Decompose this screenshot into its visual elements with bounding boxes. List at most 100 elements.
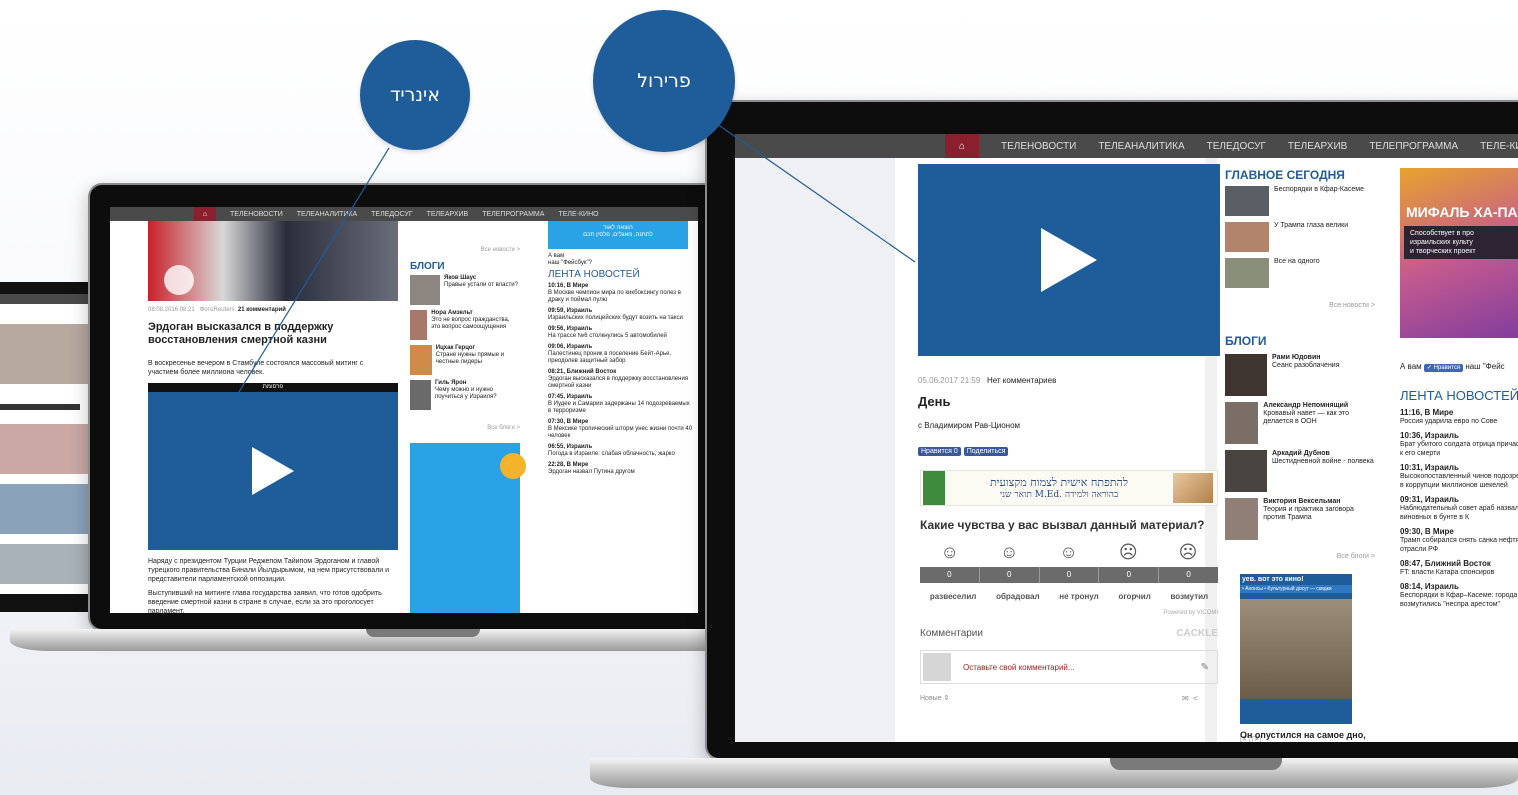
small-nav-item[interactable]: ТЕЛЕАНАЛИТИКА <box>297 211 357 218</box>
big-all-blogs[interactable]: Все блоги > <box>1225 553 1375 560</box>
blog-text: Шестидневной войне - полвека <box>1272 458 1374 465</box>
poll-label[interactable]: не тронул <box>1059 592 1098 601</box>
news-item[interactable]: 22:28, В Мире Эрдоган назвал Путина друго… <box>548 462 693 476</box>
news-item[interactable]: 09:30, В Мире Трамп собирался снять санка… <box>1400 527 1518 554</box>
small-top-promo[interactable]: הוצאה לאור לתחנה, מאגלים, פלסין תכם <box>548 221 688 249</box>
home-icon[interactable]: ⌂ <box>945 134 979 158</box>
news-item[interactable]: 08:47, Ближний Восток FT: власти Катара с… <box>1400 559 1518 577</box>
news-item[interactable]: 08:14, Израиль Беспорядки в Кфар–Касеме: … <box>1400 582 1518 609</box>
glavnoe-text: Все на одного <box>1274 258 1320 265</box>
blog-item[interactable]: Гиль Ярон Чему можно и нужно поучиться у … <box>410 380 520 413</box>
news-item[interactable]: 09:31, Израиль Наблюдательный совет араб … <box>1400 495 1518 522</box>
blog-item[interactable]: Нора Амзельт Это не вопрос гражданства, э… <box>410 310 520 343</box>
news-item[interactable]: 09:06, Израиль Палестинец проник в поселе… <box>548 344 693 365</box>
share-button[interactable]: Поделиться <box>963 447 1009 456</box>
attach-icon[interactable]: ✎ <box>1201 662 1209 673</box>
glavnoe-item[interactable]: У Трампа глаза велики <box>1225 222 1375 256</box>
big-all-news[interactable]: Все новости > <box>1225 302 1375 309</box>
poll-label[interactable]: огорчил <box>1118 592 1150 601</box>
play-icon[interactable] <box>1041 228 1097 292</box>
big-fb: А вам ✓ Нравится наш "Фейс <box>1400 362 1505 372</box>
blog-name: Рами Юдовин <box>1272 354 1321 361</box>
glavnoe-item[interactable]: Все на одного <box>1225 258 1375 292</box>
big-nav-item[interactable]: ТЕЛЕПРОГРАММА <box>1369 141 1458 152</box>
blog-name: Аркадий Дубнов <box>1272 450 1330 457</box>
ad-text: израильских культу <box>1410 239 1473 246</box>
comment-box[interactable]: Оставьте свой комментарий... ✎ <box>920 650 1218 684</box>
blog-item[interactable]: Яков Шаус Правые устали от власти? <box>410 275 520 308</box>
angry-face-icon[interactable]: ☹ <box>1179 542 1198 563</box>
small-lead: В воскресенье вечером в Стамбуле состоял… <box>148 360 364 376</box>
cinema-tabs[interactable]: • Анонсы • Культурный досуг — скидки <box>1240 585 1352 593</box>
hebrew-banner[interactable]: להתפתח אישית לצמוח מקצועית תואר שני M.Ed… <box>920 470 1218 506</box>
big-video-player[interactable] <box>918 164 1220 356</box>
poll-label[interactable]: возмутил <box>1170 592 1208 601</box>
sort-label[interactable]: Новые ⇕ <box>920 694 949 702</box>
fb-like-button[interactable]: ✓ Нравится <box>1423 364 1464 372</box>
meta-comments[interactable]: 21 комментарий <box>238 307 286 313</box>
news-item[interactable]: 10:31, Израиль Высокопоставленный чинов п… <box>1400 463 1518 490</box>
smile-face-icon[interactable]: ☺ <box>1000 542 1018 563</box>
news-item[interactable]: 09:59, Израиль Израильских полицейских бу… <box>548 308 693 322</box>
news-item[interactable]: 08:21, Ближний Восток Эрдоган высказался … <box>548 369 693 390</box>
small-all-news[interactable]: Все новости > <box>410 247 520 254</box>
big-nav-item[interactable]: ТЕЛЕАРХИВ <box>1288 141 1347 152</box>
news-item[interactable]: 11:16, В Мире Россия ударила евро по Сове <box>1400 408 1518 426</box>
news-time: 10:36, Израиль <box>1400 431 1459 440</box>
blog-name: Яков Шаус <box>444 275 477 281</box>
news-item[interactable]: 06:55, Израиль Погода в Израиле: слабая о… <box>548 444 693 458</box>
news-text: Израильских полицейских будут возить на … <box>548 315 683 321</box>
news-item[interactable]: 07:45, Израиль В Иудее и Самарии задержан… <box>548 394 693 415</box>
play-icon[interactable] <box>252 447 294 495</box>
like-button[interactable]: Нравится 0 <box>918 447 961 456</box>
mifal-ad[interactable]: МИФАЛЬ ХА-ПАЙ Способствует в про израиль… <box>1400 168 1518 338</box>
mail-icon[interactable]: ✉ <box>1182 694 1189 703</box>
news-time: 10:31, Израиль <box>1400 463 1459 472</box>
blog-item[interactable]: Рами Юдовин Сеанс разоблачения <box>1225 354 1375 402</box>
laugh-face-icon[interactable]: ☺ <box>941 542 959 563</box>
meta-comments[interactable]: Нет комментариев <box>987 376 1056 385</box>
fb-question-1: А вам <box>548 253 565 259</box>
big-nav-item[interactable]: ТЕЛЕНОВОСТИ <box>1001 141 1076 152</box>
glavnoe-item[interactable]: Беспорядки в Кфар-Касеме <box>1225 186 1375 220</box>
small-nav-item[interactable]: ТЕЛЕНОВОСТИ <box>230 211 283 218</box>
blog-item[interactable]: Ицхак Герцог Стране нужны прямые и честны… <box>410 345 520 378</box>
small-blogs-title: БЛОГИ <box>410 261 445 272</box>
cinema-widget[interactable]: уев. вот это кино! • Анонсы • Культурный… <box>1240 574 1352 742</box>
blog-name: Виктория Вексельман <box>1263 498 1341 505</box>
article-photo <box>148 221 398 301</box>
news-time: 08:21, Ближний Восток <box>548 369 617 375</box>
news-item[interactable]: 09:56, Израиль На трассе №6 столкнулись 5… <box>548 326 693 340</box>
blog-item[interactable]: Аркадий Дубнов Шестидневной войне - полве… <box>1225 450 1375 498</box>
promo-text: הוצאה לאור <box>603 225 633 231</box>
small-body1: Наряду с президентом Турции Реджепом Тай… <box>148 558 390 583</box>
news-item[interactable]: 10:16, В Мире В Москве чемпион мира по ки… <box>548 283 693 304</box>
small-nav-item[interactable]: ТЕЛЕАРХИВ <box>427 211 469 218</box>
news-text: На трассе №6 столкнулись 5 автомобилей <box>548 333 667 339</box>
bubble-right-label: פרירול <box>637 70 691 92</box>
small-all-blogs[interactable]: Все блоги > <box>410 425 520 432</box>
blog-text: Это не вопрос гражданства, это вопрос са… <box>431 317 510 330</box>
small-nav-item[interactable]: ТЕЛЕДОСУГ <box>371 211 412 218</box>
news-item[interactable]: 10:36, Израиль Брат убитого солдата отриц… <box>1400 431 1518 458</box>
small-promo-banner[interactable] <box>410 443 526 613</box>
sad-face-icon[interactable]: ☹ <box>1119 542 1138 563</box>
big-nav-item[interactable]: ТЕЛЕ-КИНО <box>1480 141 1518 152</box>
big-nav-item[interactable]: ТЕЛЕДОСУГ <box>1207 141 1266 152</box>
home-icon[interactable]: ⌂ <box>194 207 216 221</box>
share-icon[interactable]: < <box>1193 694 1198 703</box>
news-time: 10:16, В Мире <box>548 283 589 289</box>
blog-item[interactable]: Виктория Вексельман Теория и практика заг… <box>1225 498 1375 546</box>
news-item[interactable]: 07:30, В Мире В Мексике тропический шторм… <box>548 419 693 440</box>
blog-item[interactable]: Александр Непомнящий Кровавый навет — как… <box>1225 402 1375 450</box>
comment-input[interactable]: Оставьте свой комментарий... <box>963 663 1201 672</box>
neutral-face-icon[interactable]: ☺ <box>1059 542 1077 563</box>
poll-label[interactable]: обрадовал <box>996 592 1039 601</box>
poll-label[interactable]: развеселил <box>930 592 977 601</box>
big-author[interactable]: с Владимиром Рав-Ционом <box>918 421 1020 430</box>
small-nav-item[interactable]: ТЕЛЕ-КИНО <box>558 211 598 218</box>
small-nav-item[interactable]: ТЕЛЕПРОГРАММА <box>482 211 544 218</box>
news-text: Эрдоган высказался в поддержку восстанов… <box>548 376 689 389</box>
big-nav-item[interactable]: ТЕЛЕАНАЛИТИКА <box>1098 141 1184 152</box>
small-video-player[interactable] <box>148 392 398 550</box>
